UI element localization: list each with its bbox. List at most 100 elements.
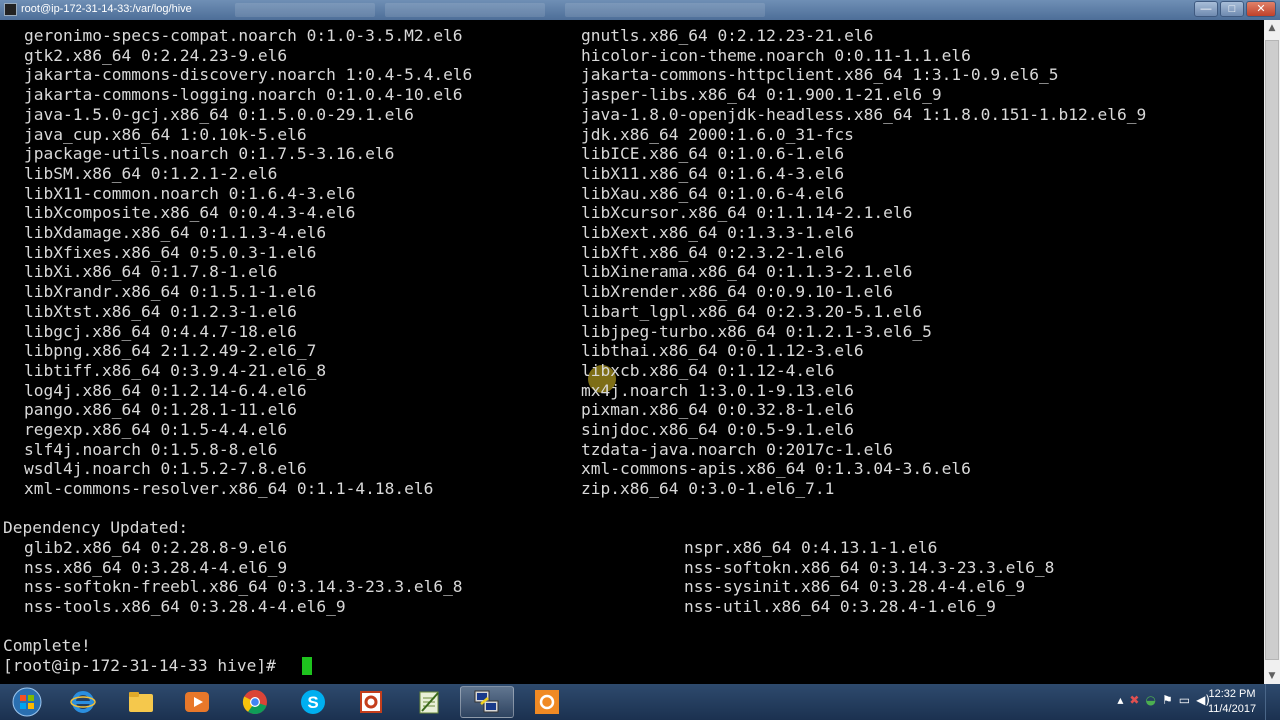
package-line: libICE.x86_64 0:1.0.6-1.el6 xyxy=(581,144,845,164)
package-line: libXinerama.x86_64 0:1.1.3-2.1.el6 xyxy=(581,262,913,282)
taskbar-recorder[interactable] xyxy=(520,686,574,718)
scroll-down-arrow-icon[interactable]: ▼ xyxy=(1264,668,1280,684)
terminal-output[interactable]: Dependency Updated: Complete! [root@ip-1… xyxy=(0,20,1264,684)
taskbar-notepad[interactable] xyxy=(402,686,456,718)
dependency-updated-header: Dependency Updated: xyxy=(3,518,189,537)
complete-message: Complete! xyxy=(3,636,91,655)
system-tray: ▴ ✖ ◒ ⚑ ▭ ◀) xyxy=(1117,693,1210,707)
show-hidden-icons-icon[interactable]: ▴ xyxy=(1117,693,1123,707)
package-line: libXrender.x86_64 0:0.9.10-1.el6 xyxy=(581,282,893,302)
terminal-app-icon xyxy=(4,3,17,16)
package-line: java-1.8.0-openjdk-headless.x86_64 1:1.8… xyxy=(581,104,1147,124)
package-line: jdk.x86_64 2000:1.6.0_31-fcs xyxy=(581,124,854,144)
package-line: nss-sysinit.x86_64 0:3.28.4-4.el6_9 xyxy=(684,577,1026,597)
package-line: libXtst.x86_64 0:1.2.3-1.el6 xyxy=(24,301,297,321)
show-desktop-button[interactable] xyxy=(1265,684,1280,720)
package-line: geronimo-specs-compat.noarch 0:1.0-3.5.M… xyxy=(24,26,463,45)
start-button[interactable] xyxy=(0,686,54,718)
package-line: libXft.x86_64 0:2.3.2-1.el6 xyxy=(581,242,845,262)
package-line: java_cup.x86_64 1:0.10k-5.el6 xyxy=(24,124,307,144)
package-line: libart_lgpl.x86_64 0:2.3.20-5.1.el6 xyxy=(581,301,923,321)
maximize-button[interactable]: □ xyxy=(1220,1,1244,17)
package-line: libgcj.x86_64 0:4.4.7-18.el6 xyxy=(24,321,297,341)
taskbar-chrome[interactable] xyxy=(228,686,282,718)
background-tab xyxy=(565,3,765,17)
package-line: nss-softokn.x86_64 0:3.14.3-23.3.el6_8 xyxy=(684,557,1055,577)
package-line: slf4j.noarch 0:1.5.8-8.el6 xyxy=(24,439,278,459)
taskbar-file-explorer[interactable] xyxy=(114,686,168,718)
windows-start-icon xyxy=(12,687,42,717)
package-line: nss-softokn-freebl.x86_64 0:3.14.3-23.3.… xyxy=(24,577,463,597)
recorder-icon xyxy=(535,690,559,714)
internet-explorer-icon xyxy=(70,691,96,713)
package-line: log4j.x86_64 0:1.2.14-6.4.el6 xyxy=(24,380,307,400)
window-title: root@ip-172-31-14-33:/var/log/hive xyxy=(21,3,192,15)
package-line: nss-util.x86_64 0:3.28.4-1.el6_9 xyxy=(684,597,996,617)
package-line: nspr.x86_64 0:4.13.1-1.el6 xyxy=(684,538,938,557)
package-line: libpng.x86_64 2:1.2.49-2.el6_7 xyxy=(24,341,317,361)
clock-date: 11/4/2017 xyxy=(1207,703,1257,715)
package-line: libXrandr.x86_64 0:1.5.1-1.el6 xyxy=(24,282,317,302)
putty-icon xyxy=(474,690,499,713)
package-line: glib2.x86_64 0:2.28.8-9.el6 xyxy=(24,538,288,557)
package-line: tzdata-java.noarch 0:2017c-1.el6 xyxy=(581,439,893,459)
minimize-button[interactable]: — xyxy=(1194,1,1218,17)
clock-time: 12:32 PM xyxy=(1208,688,1256,700)
package-line: regexp.x86_64 0:1.5-4.4.el6 xyxy=(24,420,288,439)
background-tab xyxy=(235,3,375,17)
package-line: mx4j.noarch 1:3.0.1-9.13.el6 xyxy=(581,380,854,400)
package-line: libjpeg-turbo.x86_64 0:1.2.1-3.el6_5 xyxy=(581,321,932,341)
package-line: wsdl4j.noarch 0:1.5.2-7.8.el6 xyxy=(24,459,307,479)
package-line: jpackage-utils.noarch 0:1.7.5-3.16.el6 xyxy=(24,144,395,164)
shell-prompt: [root@ip-172-31-14-33 hive]# xyxy=(3,656,286,675)
window-title-bar[interactable]: root@ip-172-31-14-33:/var/log/hive — □ ✕ xyxy=(0,0,1280,20)
taskbar-office-presentation[interactable] xyxy=(344,686,398,718)
package-line: libthai.x86_64 0:0.1.12-3.el6 xyxy=(581,341,864,361)
package-line: nss-tools.x86_64 0:3.28.4-4.el6_9 xyxy=(24,597,346,617)
security-alert-icon[interactable]: ✖ xyxy=(1129,693,1139,707)
taskbar-media-player[interactable] xyxy=(170,686,224,718)
chrome-icon xyxy=(242,690,267,715)
taskbar-clock[interactable]: 12:32 PM 11/4/2017 xyxy=(1204,687,1260,717)
presentation-app-icon xyxy=(360,691,382,713)
package-line: jakarta-commons-discovery.noarch 1:0.4-5… xyxy=(24,65,473,85)
package-line: zip.x86_64 0:3.0-1.el6_7.1 xyxy=(581,479,835,499)
taskbar-putty[interactable] xyxy=(460,686,514,718)
package-line: libtiff.x86_64 0:3.9.4-21.el6_8 xyxy=(24,360,327,380)
package-line: libXcomposite.x86_64 0:0.4.3-4.el6 xyxy=(24,203,356,223)
package-line: libXau.x86_64 0:1.0.6-4.el6 xyxy=(581,183,845,203)
scroll-up-arrow-icon[interactable]: ▲ xyxy=(1264,20,1280,36)
package-line: libxcb.x86_64 0:1.12-4.el6 xyxy=(581,360,835,380)
close-button[interactable]: ✕ xyxy=(1246,1,1276,17)
skype-icon: S xyxy=(301,690,325,714)
package-line: xml-commons-apis.x86_64 0:1.3.04-3.6.el6 xyxy=(581,459,971,479)
package-line: libXdamage.x86_64 0:1.1.3-4.el6 xyxy=(24,223,327,242)
taskbar: S ▴ ✖ ◒ ⚑ ▭ ◀) 12:32 PM 11/4/2017 xyxy=(0,684,1280,720)
package-line: libXfixes.x86_64 0:5.0.3-1.el6 xyxy=(24,242,317,262)
package-line: libX11-common.noarch 0:1.6.4-3.el6 xyxy=(24,183,356,203)
package-line: gtk2.x86_64 0:2.24.23-9.el6 xyxy=(24,45,288,65)
package-line: libXext.x86_64 0:1.3.3-1.el6 xyxy=(581,223,854,242)
flag-icon[interactable]: ⚑ xyxy=(1162,693,1173,707)
package-line: nss.x86_64 0:3.28.4-4.el6_9 xyxy=(24,557,288,577)
taskbar-internet-explorer[interactable] xyxy=(56,686,110,718)
battery-icon[interactable]: ▭ xyxy=(1179,693,1190,707)
wifi-icon[interactable]: ◒ xyxy=(1145,693,1155,707)
package-line: jakarta-commons-httpclient.x86_64 1:3.1-… xyxy=(581,65,1059,85)
package-line: pango.x86_64 0:1.28.1-11.el6 xyxy=(24,400,297,420)
text-cursor xyxy=(302,657,312,675)
package-line: libXcursor.x86_64 0:1.1.14-2.1.el6 xyxy=(581,203,913,223)
package-line: jakarta-commons-logging.noarch 0:1.0.4-1… xyxy=(24,85,463,105)
package-line: jasper-libs.x86_64 0:1.900.1-21.el6_9 xyxy=(581,85,942,105)
package-line: libX11.x86_64 0:1.6.4-3.el6 xyxy=(581,163,845,183)
vertical-scrollbar[interactable]: ▲ ▼ xyxy=(1264,20,1280,684)
media-player-icon xyxy=(185,692,209,712)
package-line: libSM.x86_64 0:1.2.1-2.el6 xyxy=(24,163,278,183)
package-line: hicolor-icon-theme.noarch 0:0.11-1.1.el6 xyxy=(581,45,971,65)
svg-text:S: S xyxy=(307,693,318,712)
taskbar-skype[interactable]: S xyxy=(286,686,340,718)
scrollbar-thumb[interactable] xyxy=(1265,40,1279,660)
package-line: xml-commons-resolver.x86_64 0:1.1-4.18.e… xyxy=(24,479,434,499)
package-line: java-1.5.0-gcj.x86_64 0:1.5.0.0-29.1.el6 xyxy=(24,104,414,124)
package-line: pixman.x86_64 0:0.32.8-1.el6 xyxy=(581,400,854,420)
